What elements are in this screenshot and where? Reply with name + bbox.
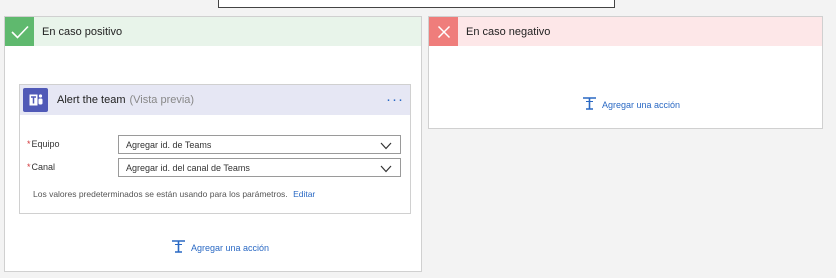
defaults-info-text: Los valores predeterminados se están usa…: [33, 189, 288, 199]
branch-yes: En caso positivo Alert the team (Vista p…: [4, 16, 422, 272]
add-action-button-no[interactable]: Agregar una acción: [582, 97, 680, 112]
branch-no-title: En caso negativo: [466, 25, 551, 38]
field-label-equipo: *Equipo: [27, 139, 60, 149]
add-action-label: Agregar una acción: [191, 242, 270, 253]
field-label-canal: *Canal: [27, 162, 56, 172]
add-action-icon: [582, 97, 597, 112]
chevron-down-icon: [380, 139, 392, 153]
branch-yes-header[interactable]: En caso positivo: [5, 17, 421, 46]
canal-dropdown-value: Agregar id. del canal de Teams: [126, 163, 250, 173]
add-action-label: Agregar una acción: [602, 99, 681, 110]
teams-action-card: Alert the team (Vista previa) ··· *Equip…: [19, 84, 411, 214]
edit-link[interactable]: Editar: [293, 189, 315, 199]
field-row-canal: *Canal Agregar id. del canal de Teams: [20, 158, 410, 178]
action-card-title: Alert the team: [57, 94, 126, 106]
branch-no: En caso negativo Agregar una acción: [428, 16, 823, 129]
branch-no-header[interactable]: En caso negativo: [429, 17, 822, 46]
defaults-info: Los valores predeterminados se están usa…: [33, 189, 315, 199]
required-marker: *: [27, 162, 31, 172]
required-marker: *: [27, 139, 31, 149]
close-icon: [429, 17, 458, 46]
teams-icon: [23, 88, 48, 112]
check-icon: [5, 17, 34, 46]
branch-yes-title: En caso positivo: [42, 25, 123, 38]
equipo-dropdown-value: Agregar id. de Teams: [126, 140, 212, 150]
previous-step-card: [218, 0, 615, 8]
more-options-icon[interactable]: ···: [386, 90, 404, 110]
chevron-down-icon: [380, 162, 392, 176]
add-action-icon: [171, 240, 186, 255]
preview-badge: (Vista previa): [129, 94, 195, 106]
equipo-dropdown[interactable]: Agregar id. de Teams: [118, 135, 401, 154]
field-row-equipo: *Equipo Agregar id. de Teams: [20, 135, 410, 155]
canal-dropdown[interactable]: Agregar id. del canal de Teams: [118, 158, 401, 177]
add-action-button-yes[interactable]: Agregar una acción: [171, 240, 269, 255]
action-card-header[interactable]: Alert the team (Vista previa) ···: [20, 85, 410, 115]
